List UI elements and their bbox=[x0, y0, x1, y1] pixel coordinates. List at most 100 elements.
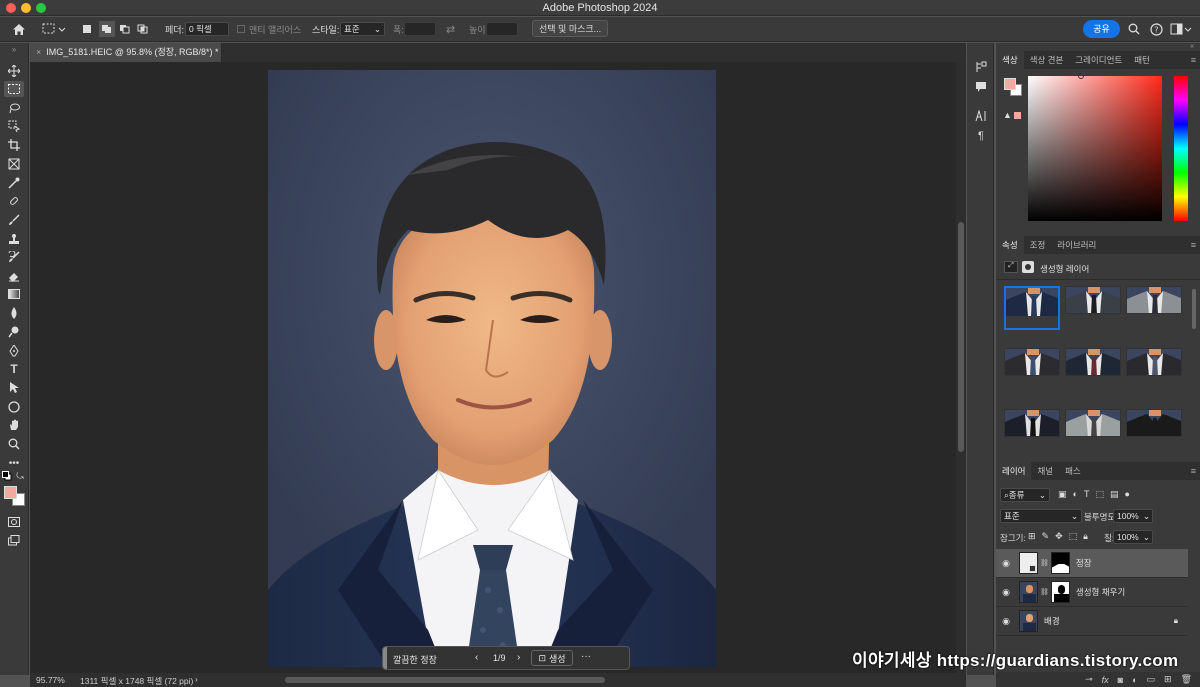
pen-tool-icon[interactable] bbox=[4, 343, 24, 359]
variation-thumbnail[interactable] bbox=[1004, 348, 1060, 376]
collapse-icon[interactable]: » bbox=[4, 45, 24, 54]
visibility-eye-icon[interactable]: ◉ bbox=[996, 616, 1016, 627]
paragraph-panel-icon[interactable]: ¶ bbox=[971, 128, 991, 144]
lock-position-icon[interactable]: ✥ bbox=[1055, 531, 1063, 542]
lock-all-icon[interactable]: 🔒︎ bbox=[1083, 531, 1088, 542]
variation-thumbnail[interactable] bbox=[1065, 348, 1121, 376]
prompt-text[interactable]: 깔끔한 정장 bbox=[393, 653, 437, 666]
foreground-color-swatch[interactable] bbox=[4, 486, 17, 499]
object-selection-tool-icon[interactable] bbox=[4, 118, 24, 134]
document-tab[interactable]: × IMG_5181.HEIC @ 95.8% (정장, RGB/8*) * bbox=[30, 43, 222, 62]
shape-filter-icon[interactable]: ⬚ bbox=[1095, 489, 1104, 500]
add-mask-icon[interactable]: ◙ bbox=[1118, 675, 1123, 685]
layer-name[interactable]: 생성형 채우기 bbox=[1076, 586, 1125, 598]
layer-row[interactable]: ◉ ⛓︎ 생성형 채우기 bbox=[996, 578, 1188, 607]
panel-menu-icon[interactable]: ≡ bbox=[1191, 55, 1196, 65]
lock-pixels-icon[interactable]: ✎ bbox=[1042, 531, 1050, 542]
layer-name[interactable]: 정장 bbox=[1076, 557, 1092, 569]
width-input[interactable] bbox=[404, 22, 436, 36]
variation-thumbnail[interactable] bbox=[1004, 409, 1060, 437]
ellipse-tool-icon[interactable] bbox=[4, 399, 24, 415]
variation-thumbnail[interactable] bbox=[1126, 348, 1182, 376]
workspace-icon[interactable] bbox=[1170, 21, 1192, 37]
eyedropper-tool-icon[interactable] bbox=[4, 175, 24, 191]
new-layer-icon[interactable]: ⊞ bbox=[1164, 674, 1172, 685]
subtract-selection-icon[interactable] bbox=[119, 21, 131, 37]
select-and-mask-button[interactable]: 선택 및 마스크... bbox=[532, 20, 609, 37]
variation-thumbnail[interactable] bbox=[1126, 409, 1182, 437]
path-selection-tool-icon[interactable] bbox=[4, 380, 24, 396]
tab-gradients[interactable]: 그레이디언트 bbox=[1069, 51, 1128, 69]
variation-thumbnail[interactable] bbox=[1126, 286, 1182, 314]
new-selection-icon[interactable] bbox=[82, 21, 92, 37]
default-colors-icon[interactable] bbox=[2, 471, 12, 481]
variations-scrollbar[interactable] bbox=[1192, 289, 1196, 329]
link-icon[interactable]: ⛓︎ bbox=[1040, 559, 1049, 567]
lock-artboard-icon[interactable]: ⬚ bbox=[1069, 531, 1078, 542]
fill-input[interactable]: 100% ⌄ bbox=[1113, 530, 1153, 544]
visibility-eye-icon[interactable]: ◉ bbox=[996, 587, 1016, 598]
eraser-tool-icon[interactable] bbox=[4, 268, 24, 284]
scroll-thumb[interactable] bbox=[958, 222, 964, 452]
panel-menu-icon[interactable]: ≡ bbox=[1191, 240, 1196, 250]
search-icon[interactable] bbox=[1128, 21, 1140, 37]
horizontal-scroll-thumb[interactable] bbox=[285, 677, 605, 683]
lasso-tool-icon[interactable] bbox=[4, 100, 24, 116]
hand-tool-icon[interactable] bbox=[4, 417, 24, 433]
tab-color[interactable]: 색상 bbox=[996, 51, 1024, 69]
history-brush-tool-icon[interactable] bbox=[4, 249, 24, 265]
generate-button[interactable]: ⊡ 생성 bbox=[531, 650, 573, 666]
tab-patterns[interactable]: 패턴 bbox=[1128, 51, 1156, 69]
swap-dimensions-icon[interactable]: ⇄ bbox=[446, 21, 455, 37]
chevron-right-icon[interactable]: › bbox=[195, 674, 198, 684]
tab-libraries[interactable]: 라이브러리 bbox=[1051, 236, 1102, 254]
crop-tool-icon[interactable] bbox=[4, 137, 24, 153]
tab-channels[interactable]: 채널 bbox=[1031, 462, 1059, 480]
marquee-tool-icon[interactable] bbox=[4, 81, 24, 97]
more-options-icon[interactable]: ··· bbox=[581, 651, 591, 662]
style-select[interactable]: 표준 ⌄ bbox=[340, 22, 385, 36]
more-tools-icon[interactable]: ••• bbox=[4, 455, 24, 471]
type-filter-icon[interactable]: T bbox=[1084, 489, 1090, 500]
tab-adjustments[interactable]: 조정 bbox=[1024, 236, 1052, 254]
link-icon[interactable]: ⛓︎ bbox=[1040, 588, 1049, 596]
tab-paths[interactable]: 패스 bbox=[1059, 462, 1087, 480]
swap-colors-icon[interactable]: ⤿ bbox=[15, 471, 25, 481]
canvas-area[interactable]: 깔끔한 정장 ‹ 1/9 › ⊡ 생성 ··· bbox=[30, 62, 956, 673]
frame-tool-icon[interactable] bbox=[4, 156, 24, 172]
opacity-input[interactable]: 100% ⌄ bbox=[1113, 509, 1153, 523]
delete-layer-icon[interactable]: 🗑︎ bbox=[1181, 674, 1192, 685]
pixel-filter-icon[interactable]: ▣ bbox=[1058, 489, 1067, 500]
layer-name[interactable]: 배경 bbox=[1044, 615, 1060, 627]
vertical-scrollbar[interactable] bbox=[956, 62, 966, 673]
close-tab-icon[interactable]: × bbox=[36, 47, 41, 57]
layer-filter-select[interactable]: ⌕종류 ⌄ bbox=[1000, 488, 1050, 502]
panel-menu-icon[interactable]: ≡ bbox=[1191, 466, 1196, 476]
gamut-warning-icon[interactable]: ▲ bbox=[1003, 110, 1012, 120]
filter-toggle-icon[interactable]: ● bbox=[1124, 489, 1129, 500]
fx-icon[interactable]: fx bbox=[1102, 675, 1109, 685]
adjustment-filter-icon[interactable]: ◐ bbox=[1073, 489, 1078, 500]
zoom-level[interactable]: 95.77% bbox=[36, 675, 65, 685]
layer-row[interactable]: ◉ ⛓︎ 정장 bbox=[996, 549, 1188, 578]
collapse-panels-icon[interactable]: « bbox=[996, 43, 1200, 51]
move-tool-icon[interactable] bbox=[4, 63, 24, 79]
color-picker-cursor[interactable] bbox=[1078, 73, 1084, 79]
color-panel-foreground[interactable] bbox=[1004, 78, 1016, 90]
visibility-eye-icon[interactable]: ◉ bbox=[996, 558, 1016, 569]
tab-properties[interactable]: 속성 bbox=[996, 236, 1024, 254]
next-variation-icon[interactable]: › bbox=[517, 652, 520, 663]
history-panel-icon[interactable] bbox=[971, 59, 991, 75]
zoom-tool-icon[interactable] bbox=[4, 436, 24, 452]
color-picker-field[interactable] bbox=[1028, 73, 1162, 221]
antialias-checkbox[interactable]: 앤티 앨리어스 bbox=[237, 21, 301, 37]
quick-mask-icon[interactable] bbox=[4, 514, 24, 530]
hue-slider[interactable] bbox=[1174, 76, 1188, 221]
type-tool-icon[interactable]: T bbox=[4, 361, 24, 377]
new-group-icon[interactable]: ▭ bbox=[1147, 674, 1156, 685]
tab-layers[interactable]: 레이어 bbox=[996, 462, 1032, 480]
marquee-preset-icon[interactable] bbox=[42, 21, 66, 37]
blend-mode-select[interactable]: 표준 ⌄ bbox=[1000, 509, 1082, 523]
layer-row[interactable]: ◉ 배경 🔒︎ bbox=[996, 607, 1188, 636]
variation-thumbnail[interactable] bbox=[1065, 286, 1121, 314]
